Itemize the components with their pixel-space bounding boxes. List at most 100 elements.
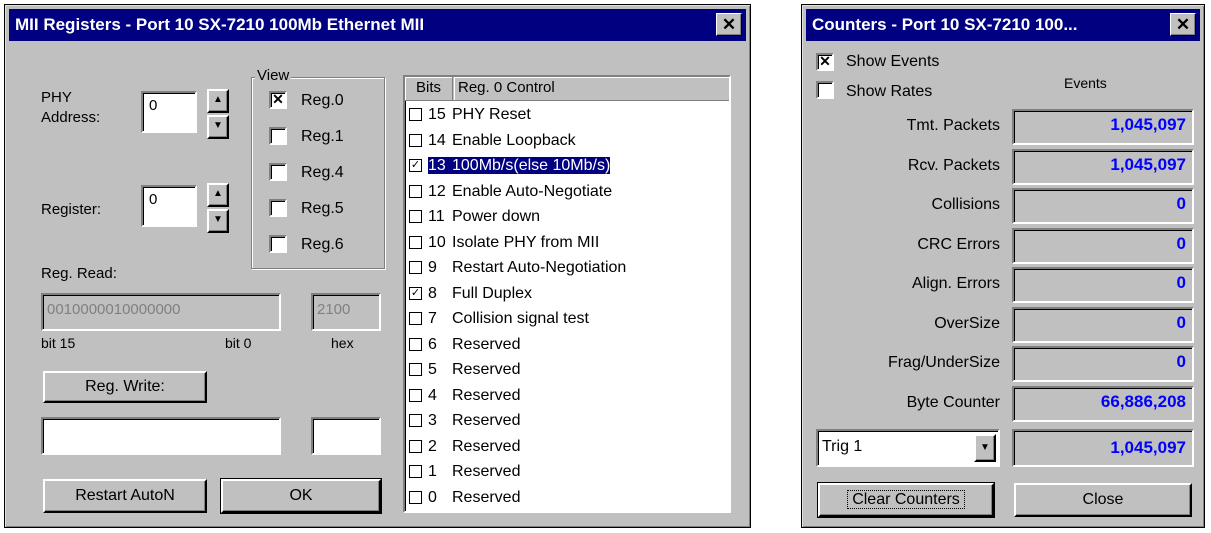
bit-row[interactable]: 11 Power down bbox=[409, 205, 540, 228]
bit-row[interactable]: 7 Collision signal test bbox=[409, 307, 589, 330]
bits-list[interactable]: Bits Reg. 0 Control 15 PHY Reset 14 Enable … bbox=[403, 75, 731, 513]
bit-checkbox[interactable] bbox=[409, 235, 422, 249]
restart-autoneg-button[interactable]: Restart AutoN bbox=[43, 479, 207, 513]
bit-checkbox[interactable]: ✓ bbox=[409, 159, 422, 173]
events-column-header: Events bbox=[1064, 75, 1107, 91]
write-hex-input[interactable] bbox=[311, 417, 381, 455]
counter-label: CRC Errors bbox=[917, 235, 1000, 253]
register-down-icon[interactable]: ▼ bbox=[207, 209, 229, 233]
bit-checkbox[interactable] bbox=[409, 133, 422, 147]
bit-row[interactable]: 1 Reserved bbox=[409, 460, 520, 483]
bit-row[interactable]: 6 Reserved bbox=[409, 333, 520, 356]
bit-row-text: 5 Reserved bbox=[428, 361, 520, 378]
show-events-label[interactable]: Show Events bbox=[846, 53, 939, 71]
bit-checkbox[interactable] bbox=[409, 414, 422, 428]
bit-row-text: 1 Reserved bbox=[428, 463, 520, 480]
bit-row[interactable]: 15 PHY Reset bbox=[409, 103, 531, 126]
bit-number: 3 bbox=[428, 412, 437, 429]
counters-window: Counters - Port 10 SX-7210 100... ✕ ✕ Sh… bbox=[801, 4, 1205, 528]
view-checkbox[interactable] bbox=[269, 235, 287, 253]
bit-row[interactable]: 10 Isolate PHY from MII bbox=[409, 231, 599, 254]
write-binary-input[interactable] bbox=[41, 417, 281, 455]
view-option-label[interactable]: Reg.6 bbox=[301, 236, 344, 254]
trig-dropdown-icon[interactable]: ▼ bbox=[974, 434, 996, 462]
phy-address-value: 0 bbox=[149, 97, 158, 114]
bit-row[interactable]: 0 Reserved bbox=[409, 486, 520, 509]
view-checkbox[interactable] bbox=[269, 163, 287, 181]
counter-value: 0 bbox=[1176, 273, 1186, 292]
mii-window-titlebar[interactable]: MII Registers - Port 10 SX-7210 100Mb Et… bbox=[9, 9, 746, 41]
view-checkbox[interactable] bbox=[269, 127, 287, 145]
reg-header-cell[interactable]: Reg. 0 Control bbox=[454, 77, 729, 100]
view-checkbox[interactable] bbox=[269, 199, 287, 217]
bit-row-text: 15 PHY Reset bbox=[428, 106, 531, 123]
bit-checkbox[interactable]: ✓ bbox=[409, 286, 422, 300]
view-option-label[interactable]: Reg.0 bbox=[301, 92, 344, 110]
view-option-label[interactable]: Reg.1 bbox=[301, 128, 344, 146]
trig-value-field: 1,045,097 bbox=[1012, 429, 1194, 467]
bit-number: 14 bbox=[428, 131, 446, 149]
bit-checkbox[interactable] bbox=[409, 184, 422, 198]
reg-read-hex-value: 2100 bbox=[317, 301, 351, 318]
phy-address-label-line2: Address: bbox=[41, 109, 101, 126]
mii-close-icon[interactable]: ✕ bbox=[716, 13, 742, 36]
trig-value: 1,045,097 bbox=[1110, 438, 1186, 457]
bit-checkbox[interactable] bbox=[409, 439, 422, 453]
trig-select[interactable]: Trig 1 ▼ bbox=[816, 429, 1000, 467]
bit-label: PHY Reset bbox=[452, 106, 531, 123]
bit-checkbox[interactable] bbox=[409, 363, 422, 377]
bit-row[interactable]: ✓ 8 Full Duplex bbox=[409, 282, 532, 305]
bit-label: Full Duplex bbox=[452, 284, 533, 302]
counters-window-titlebar[interactable]: Counters - Port 10 SX-7210 100... ✕ bbox=[806, 9, 1200, 41]
bit-number: 2 bbox=[428, 437, 437, 455]
restart-autoneg-label: Restart AutoN bbox=[75, 487, 175, 504]
close-button[interactable]: Close bbox=[1014, 483, 1192, 517]
view-option-label[interactable]: Reg.4 bbox=[301, 164, 344, 182]
bit-row[interactable]: ✓ 13 100Mb/s(else 10Mb/s) bbox=[409, 154, 611, 177]
phy-address-input[interactable]: 0 bbox=[141, 91, 197, 133]
show-rates-checkbox[interactable] bbox=[816, 81, 834, 99]
counter-label: Rcv. Packets bbox=[907, 156, 1000, 174]
bit-label: 100Mb/s(else 10Mb/s) bbox=[452, 157, 611, 174]
bit-checkbox[interactable] bbox=[409, 388, 422, 402]
bit-number: 11 bbox=[428, 208, 445, 225]
bit-checkbox[interactable] bbox=[409, 312, 422, 326]
counter-value-field: 0 bbox=[1012, 188, 1194, 224]
ok-button[interactable]: OK bbox=[220, 478, 382, 514]
bit-row[interactable]: 3 Reserved bbox=[409, 409, 520, 432]
register-input[interactable]: 0 bbox=[141, 185, 197, 227]
reg-write-button-label: Reg. Write: bbox=[85, 378, 165, 395]
bit-number: 12 bbox=[428, 182, 446, 200]
bit-checkbox[interactable] bbox=[409, 210, 422, 224]
bit-row[interactable]: 14 Enable Loopback bbox=[409, 129, 576, 152]
bits-header-cell[interactable]: Bits bbox=[405, 77, 453, 100]
bit-checkbox[interactable] bbox=[409, 261, 422, 275]
counters-close-icon[interactable]: ✕ bbox=[1170, 13, 1196, 36]
bit-label: Restart Auto-Negotiation bbox=[452, 259, 627, 276]
bit-label: Reserved bbox=[452, 488, 521, 506]
bit-row[interactable]: 12 Enable Auto-Negotiate bbox=[409, 180, 612, 203]
bit-row[interactable]: 5 Reserved bbox=[409, 358, 520, 381]
reg-write-button[interactable]: Reg. Write: bbox=[43, 371, 207, 403]
counter-value-field: 66,886,208 bbox=[1012, 385, 1194, 422]
bit-row-text: 14 Enable Loopback bbox=[428, 132, 576, 149]
bit-checkbox[interactable] bbox=[409, 337, 422, 351]
bit-checkbox[interactable] bbox=[409, 108, 422, 122]
show-events-checkbox[interactable]: ✕ bbox=[816, 53, 834, 71]
bit-row-text: 2 Reserved bbox=[428, 438, 520, 455]
phy-address-down-icon[interactable]: ▼ bbox=[207, 115, 229, 139]
bit-row[interactable]: 4 Reserved bbox=[409, 384, 520, 407]
clear-counters-button[interactable]: Clear Counters bbox=[817, 482, 995, 518]
register-up-icon[interactable]: ▲ bbox=[207, 183, 229, 207]
bit-row[interactable]: 9 Restart Auto-Negotiation bbox=[409, 256, 626, 279]
view-option-label[interactable]: Reg.5 bbox=[301, 200, 344, 218]
bit-row[interactable]: 2 Reserved bbox=[409, 435, 520, 458]
counter-label: Tmt. Packets bbox=[906, 117, 1000, 134]
phy-address-up-icon[interactable]: ▲ bbox=[207, 89, 229, 113]
bit-row-text: 8 Full Duplex bbox=[428, 285, 532, 302]
bit-checkbox[interactable] bbox=[409, 490, 422, 504]
show-rates-label[interactable]: Show Rates bbox=[846, 83, 932, 101]
bit-checkbox[interactable] bbox=[409, 465, 422, 479]
view-checkbox[interactable]: ✕ bbox=[269, 91, 287, 109]
close-button-label: Close bbox=[1082, 491, 1124, 508]
